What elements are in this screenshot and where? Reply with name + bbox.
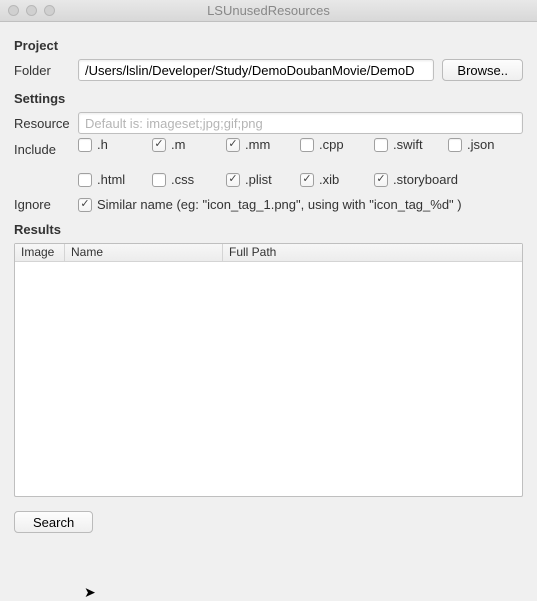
include-item-html[interactable]: .html bbox=[78, 172, 152, 187]
folder-input[interactable] bbox=[78, 59, 434, 81]
col-name[interactable]: Name bbox=[65, 244, 223, 261]
include-checkbox-xib[interactable]: ✓ bbox=[300, 173, 314, 187]
include-ext-label: .storyboard bbox=[393, 172, 458, 187]
include-ext-label: .xib bbox=[319, 172, 339, 187]
check-icon: ✓ bbox=[228, 174, 237, 185]
include-ext-label: .swift bbox=[393, 137, 423, 152]
include-ext-label: .css bbox=[171, 172, 194, 187]
ignore-text: Similar name (eg: "icon_tag_1.png", usin… bbox=[97, 197, 462, 212]
include-checkbox-json[interactable] bbox=[448, 138, 462, 152]
check-icon: ✓ bbox=[302, 174, 311, 185]
include-item-xib[interactable]: ✓ .xib bbox=[300, 172, 374, 187]
folder-row: Folder Browse.. bbox=[14, 59, 523, 81]
content: Project Folder Browse.. Settings Resourc… bbox=[0, 22, 537, 543]
include-checkbox-css[interactable] bbox=[152, 173, 166, 187]
include-item-m[interactable]: ✓ .m bbox=[152, 137, 226, 152]
include-checkbox-cpp[interactable] bbox=[300, 138, 314, 152]
search-button[interactable]: Search bbox=[14, 511, 93, 533]
include-label: Include bbox=[14, 142, 78, 157]
project-heading: Project bbox=[14, 38, 523, 53]
include-ext-label: .json bbox=[467, 137, 494, 152]
ignore-checkbox-item[interactable]: ✓ Similar name (eg: "icon_tag_1.png", us… bbox=[78, 197, 462, 212]
include-checkbox-mm[interactable]: ✓ bbox=[226, 138, 240, 152]
include-ext-label: .h bbox=[97, 137, 108, 152]
check-icon: ✓ bbox=[228, 139, 237, 150]
include-item-h[interactable]: .h bbox=[78, 137, 152, 152]
footer: Search bbox=[14, 511, 523, 533]
include-item-cpp[interactable]: .cpp bbox=[300, 137, 374, 152]
traffic-lights bbox=[8, 5, 55, 16]
browse-button[interactable]: Browse.. bbox=[442, 59, 523, 81]
resource-row: Resource bbox=[14, 112, 523, 134]
include-checkbox-swift[interactable] bbox=[374, 138, 388, 152]
resource-input[interactable] bbox=[78, 112, 523, 134]
check-icon: ✓ bbox=[80, 199, 89, 210]
include-item-json[interactable]: .json bbox=[448, 137, 522, 152]
ignore-row: Ignore ✓ Similar name (eg: "icon_tag_1.p… bbox=[14, 197, 523, 212]
folder-label: Folder bbox=[14, 63, 78, 78]
include-checkbox-h[interactable] bbox=[78, 138, 92, 152]
zoom-icon[interactable] bbox=[44, 5, 55, 16]
ignore-label: Ignore bbox=[14, 197, 78, 212]
include-item-storyboard[interactable]: ✓ .storyboard bbox=[374, 172, 458, 187]
close-icon[interactable] bbox=[8, 5, 19, 16]
settings-heading: Settings bbox=[14, 91, 523, 106]
results-table: Image Name Full Path bbox=[14, 243, 523, 497]
minimize-icon[interactable] bbox=[26, 5, 37, 16]
titlebar: LSUnusedResources bbox=[0, 0, 537, 22]
ignore-checkbox[interactable]: ✓ bbox=[78, 198, 92, 212]
check-icon: ✓ bbox=[154, 139, 163, 150]
results-heading: Results bbox=[14, 222, 523, 237]
cursor-icon: ➤ bbox=[84, 584, 96, 601]
col-fullpath[interactable]: Full Path bbox=[223, 244, 522, 261]
include-checkbox-m[interactable]: ✓ bbox=[152, 138, 166, 152]
include-item-swift[interactable]: .swift bbox=[374, 137, 448, 152]
table-body[interactable] bbox=[15, 262, 522, 496]
include-item-mm[interactable]: ✓ .mm bbox=[226, 137, 300, 152]
include-ext-label: .plist bbox=[245, 172, 272, 187]
include-ext-label: .cpp bbox=[319, 137, 344, 152]
include-item-css[interactable]: .css bbox=[152, 172, 226, 187]
include-ext-label: .html bbox=[97, 172, 125, 187]
include-ext-label: .m bbox=[171, 137, 185, 152]
resource-label: Resource bbox=[14, 116, 78, 131]
include-checkbox-html[interactable] bbox=[78, 173, 92, 187]
include-checkbox-plist[interactable]: ✓ bbox=[226, 173, 240, 187]
col-image[interactable]: Image bbox=[15, 244, 65, 261]
include-item-plist[interactable]: ✓ .plist bbox=[226, 172, 300, 187]
include-grid: .h ✓ .m ✓ .mm .cpp .swift .json .html .css ✓ .plist… bbox=[78, 137, 523, 187]
include-ext-label: .mm bbox=[245, 137, 270, 152]
include-checkbox-storyboard[interactable]: ✓ bbox=[374, 173, 388, 187]
table-header: Image Name Full Path bbox=[15, 244, 522, 262]
check-icon: ✓ bbox=[376, 174, 385, 185]
window-title: LSUnusedResources bbox=[0, 3, 537, 18]
